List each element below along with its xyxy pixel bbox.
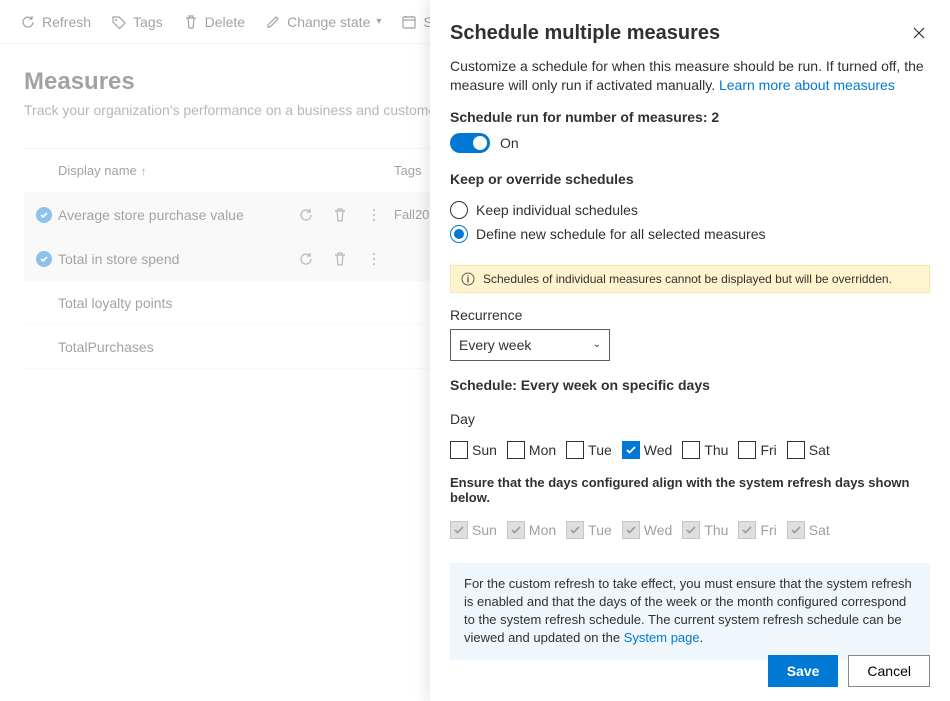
change-state-button[interactable]: Change state ▾ xyxy=(257,10,389,34)
row-checkbox[interactable] xyxy=(30,207,58,223)
day-tue: Tue xyxy=(566,521,612,539)
sort-asc-icon xyxy=(141,163,147,178)
recurrence-select[interactable]: Every week ⌄ xyxy=(450,329,610,361)
cancel-button[interactable]: Cancel xyxy=(848,655,930,687)
day-sun: Sun xyxy=(450,521,497,539)
delete-button[interactable]: Delete xyxy=(175,10,253,34)
day-thu[interactable]: Thu xyxy=(682,441,728,459)
panel-title: Schedule multiple measures xyxy=(450,22,720,45)
day-thu: Thu xyxy=(682,521,728,539)
tag-icon xyxy=(111,14,127,30)
override-info-bar: Schedules of individual measures cannot … xyxy=(450,265,930,293)
system-refresh-note: For the custom refresh to take effect, y… xyxy=(450,563,930,660)
tags-label: Tags xyxy=(133,14,163,30)
schedule-toggle[interactable] xyxy=(450,133,490,153)
more-icon[interactable] xyxy=(366,251,382,267)
radio-define-new[interactable]: Define new schedule for all selected mea… xyxy=(450,225,930,243)
pencil-icon xyxy=(265,14,281,30)
schedule-panel: Schedule multiple measures Customize a s… xyxy=(430,0,950,701)
schedule-heading: Schedule: Every week on specific days xyxy=(450,377,930,393)
close-button[interactable] xyxy=(908,22,930,47)
refresh-label: Refresh xyxy=(42,14,91,30)
panel-desc: Customize a schedule for when this measu… xyxy=(450,57,930,95)
day-mon[interactable]: Mon xyxy=(507,441,556,459)
day-sat[interactable]: Sat xyxy=(787,441,830,459)
day-mon: Mon xyxy=(507,521,556,539)
delete-label: Delete xyxy=(205,14,245,30)
save-button[interactable]: Save xyxy=(768,655,839,687)
chevron-down-icon: ⌄ xyxy=(593,339,601,350)
day-wed: Wed xyxy=(622,521,673,539)
row-name: Total in store spend xyxy=(58,251,298,267)
radio-keep-individual[interactable]: Keep individual schedules xyxy=(450,201,930,219)
refresh-button[interactable]: Refresh xyxy=(12,10,99,34)
align-heading: Ensure that the days configured align wi… xyxy=(450,475,930,505)
refresh-icon xyxy=(20,14,36,30)
calendar-icon xyxy=(401,14,417,30)
keep-override-heading: Keep or override schedules xyxy=(450,171,930,187)
system-refresh-days: Sun Mon Tue Wed Thu Fri Sat xyxy=(450,521,930,539)
close-icon xyxy=(912,26,926,40)
row-name: Total loyalty points xyxy=(58,295,298,311)
system-page-link[interactable]: System page xyxy=(624,630,700,645)
day-picker: Sun Mon Tue Wed Thu Fri Sat xyxy=(450,441,930,459)
day-label: Day xyxy=(450,411,930,427)
change-state-label: Change state xyxy=(287,14,370,30)
trash-icon xyxy=(183,14,199,30)
refresh-icon[interactable] xyxy=(298,207,314,223)
refresh-icon[interactable] xyxy=(298,251,314,267)
row-name: TotalPurchases xyxy=(58,339,298,355)
day-wed[interactable]: Wed xyxy=(622,441,673,459)
trash-icon[interactable] xyxy=(332,251,348,267)
info-icon xyxy=(461,272,475,286)
recurrence-label: Recurrence xyxy=(450,307,930,323)
row-checkbox[interactable] xyxy=(30,251,58,267)
column-display-name[interactable]: Display name xyxy=(58,163,298,178)
row-tag: Fall20 xyxy=(394,207,429,222)
day-sun[interactable]: Sun xyxy=(450,441,497,459)
day-fri[interactable]: Fri xyxy=(738,441,776,459)
day-sat: Sat xyxy=(787,521,830,539)
trash-icon[interactable] xyxy=(332,207,348,223)
learn-more-link[interactable]: Learn more about measures xyxy=(719,77,895,93)
more-icon[interactable] xyxy=(366,207,382,223)
chevron-down-icon: ▾ xyxy=(376,16,381,27)
day-tue[interactable]: Tue xyxy=(566,441,612,459)
day-fri: Fri xyxy=(738,521,776,539)
panel-footer: Save Cancel xyxy=(768,655,930,687)
tags-button[interactable]: Tags xyxy=(103,10,171,34)
row-name: Average store purchase value xyxy=(58,207,298,223)
toggle-label: On xyxy=(500,135,519,151)
count-label: Schedule run for number of measures: 2 xyxy=(450,109,930,125)
